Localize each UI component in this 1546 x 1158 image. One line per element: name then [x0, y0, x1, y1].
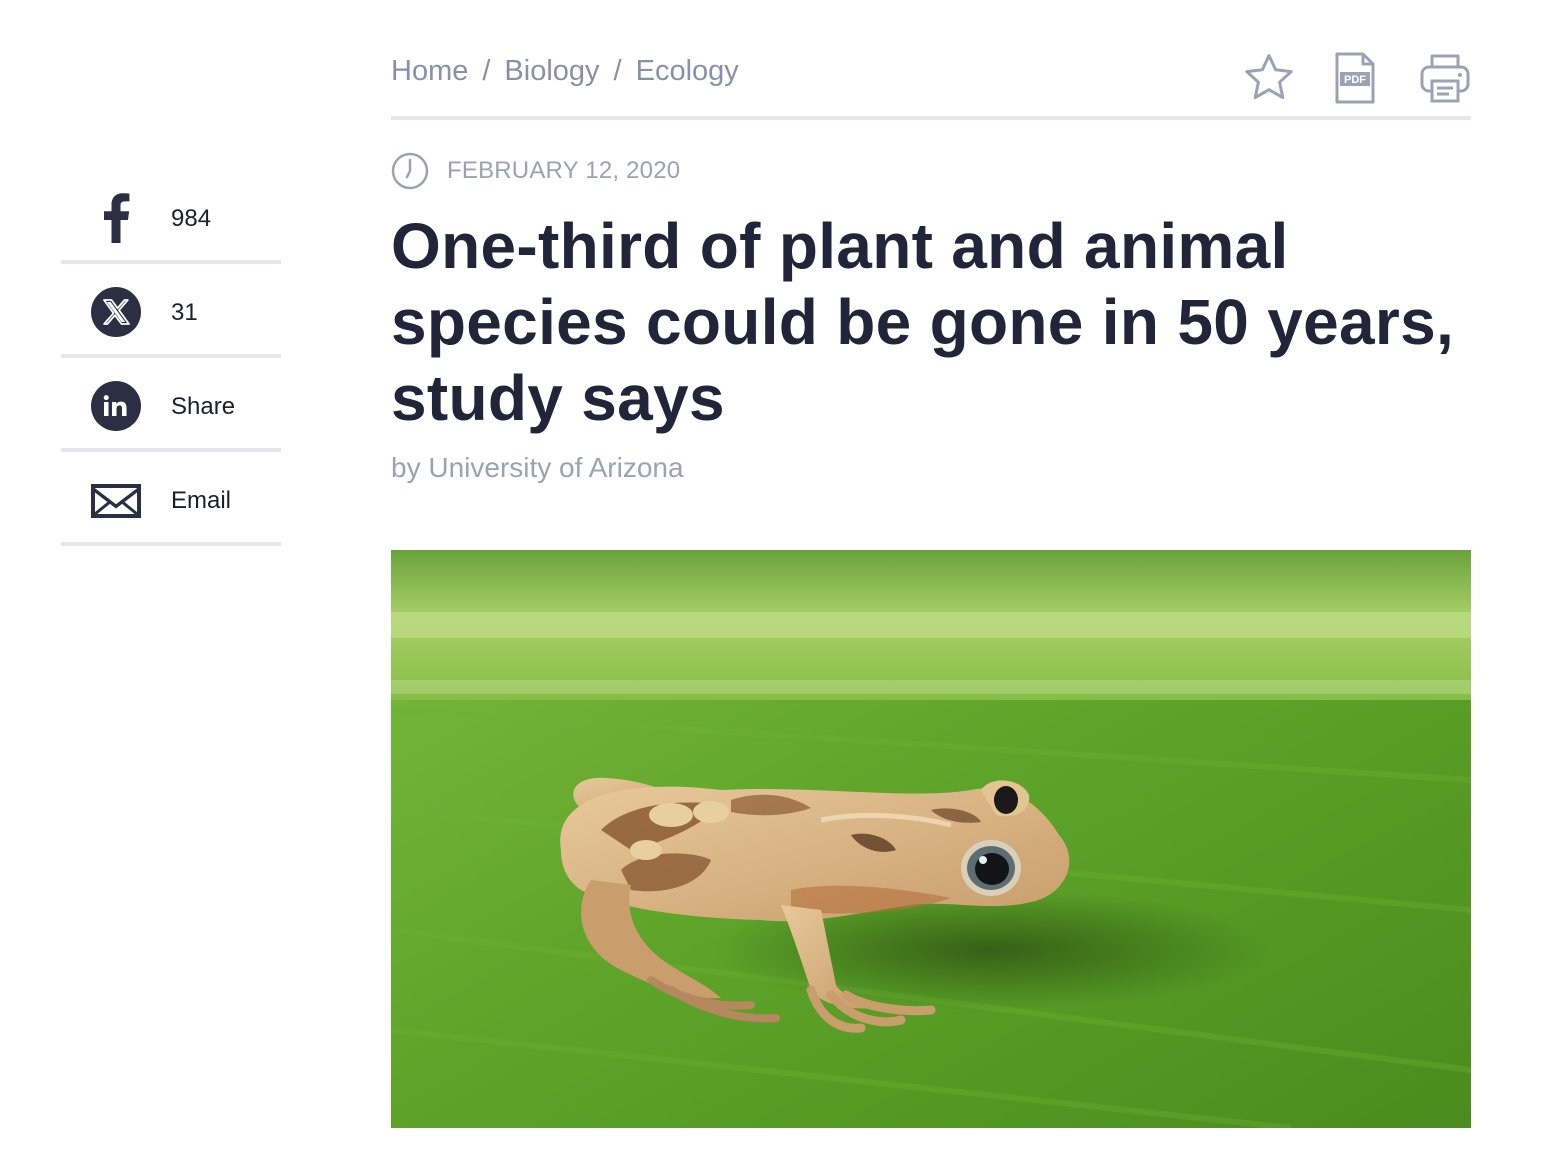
pdf-button[interactable]: PDF: [1329, 52, 1381, 104]
facebook-icon: [91, 192, 141, 243]
x-share-button[interactable]: 31: [61, 264, 281, 358]
breadcrumb-separator: /: [482, 55, 491, 87]
article-hero-image: [391, 550, 1471, 1128]
email-share-button[interactable]: Email: [61, 452, 281, 546]
linkedin-icon: [91, 381, 141, 431]
frog-photo: [391, 550, 1471, 1128]
pdf-icon: PDF: [1335, 52, 1375, 104]
breadcrumb-separator: /: [613, 55, 622, 87]
share-sidebar: 984 31 Share Email: [61, 170, 281, 546]
linkedin-share-label: Share: [171, 393, 236, 420]
email-icon: [91, 476, 141, 526]
print-icon: [1420, 54, 1470, 103]
publish-date: FEBRUARY 12, 2020: [447, 157, 681, 184]
breadcrumb: Home / Biology / Ecology: [391, 55, 739, 88]
email-share-label: Email: [171, 487, 232, 514]
star-icon: [1245, 54, 1293, 100]
article-byline: by University of Arizona: [391, 452, 684, 483]
article-dateline: FEBRUARY 12, 2020: [391, 152, 680, 190]
facebook-share-count: 984: [171, 205, 212, 232]
article-title: One-third of plant and animal species co…: [391, 210, 1455, 434]
print-button[interactable]: [1419, 52, 1471, 104]
facebook-share-button[interactable]: 984: [61, 170, 281, 264]
bookmark-button[interactable]: [1243, 52, 1295, 104]
breadcrumb-home-link[interactable]: Home: [391, 55, 468, 88]
x-share-count: 31: [171, 299, 198, 326]
article-topbar: Home / Biology / Ecology PDF: [391, 0, 1471, 120]
pdf-icon-label: PDF: [1344, 74, 1366, 86]
breadcrumb-biology-link[interactable]: Biology: [504, 55, 599, 88]
linkedin-share-button[interactable]: Share: [61, 358, 281, 452]
article: Home / Biology / Ecology PDF FEBRUARY 12…: [391, 0, 1471, 1128]
clock-icon: [391, 152, 429, 190]
breadcrumb-ecology-link[interactable]: Ecology: [636, 55, 739, 88]
x-icon: [91, 287, 141, 337]
